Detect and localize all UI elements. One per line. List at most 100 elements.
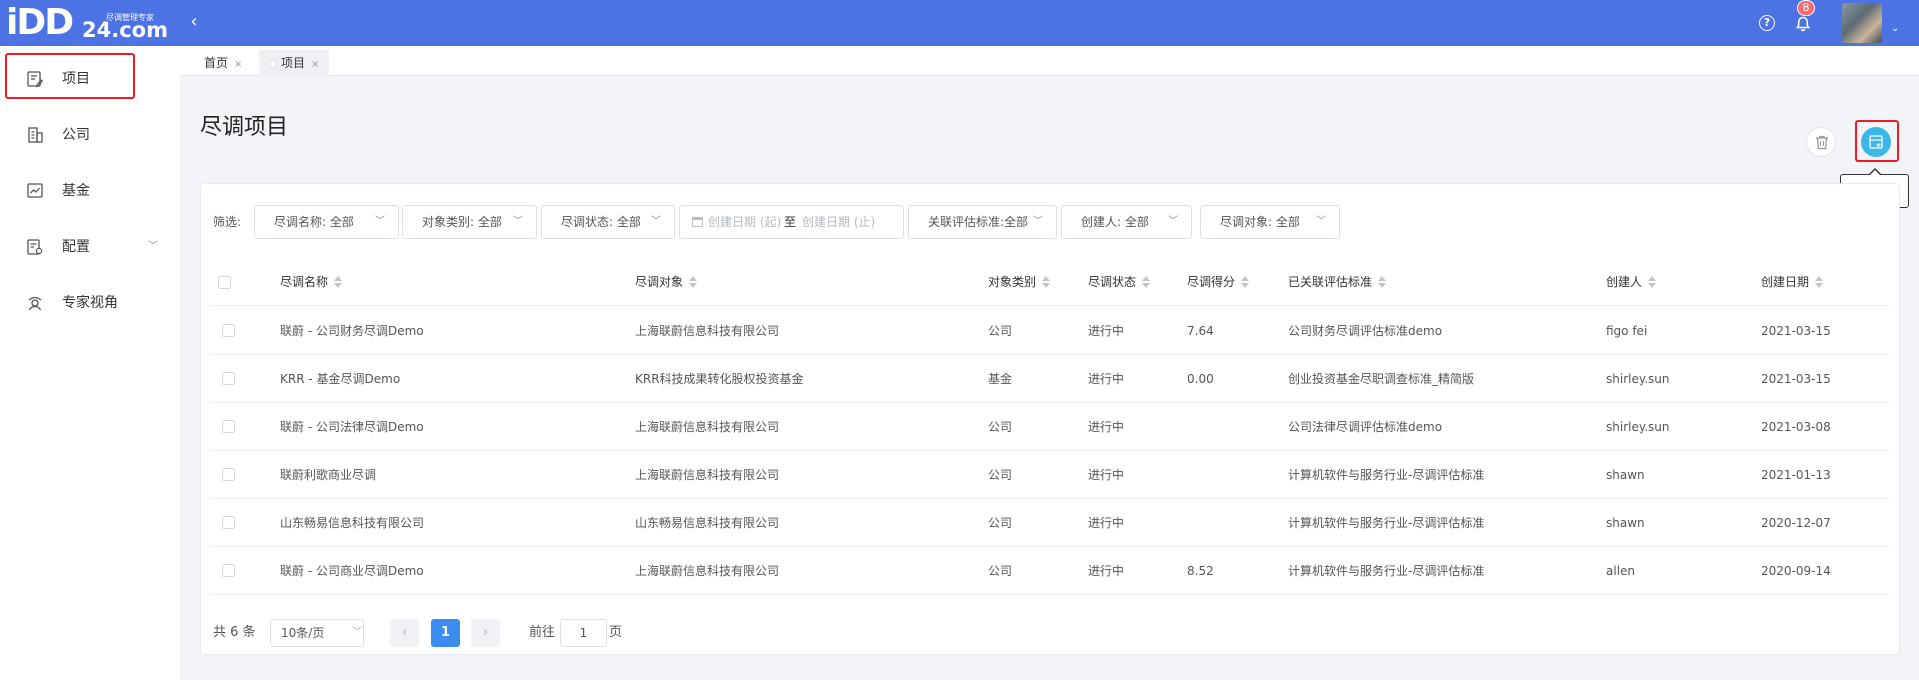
cell-category: 基金	[988, 372, 1013, 386]
logo[interactable]: iDD 24.com 尽调管理专家	[6, 2, 176, 43]
column-header-standard[interactable]: 已关联评估标准	[1288, 274, 1387, 290]
goto-page-input[interactable]: 1	[560, 619, 607, 647]
tab-label: 首页	[204, 56, 229, 70]
date-end-input[interactable]: 创建日期 (止)	[802, 206, 875, 238]
filter-category-select[interactable]: 对象类别: 全部 ﹀	[402, 205, 537, 239]
close-icon[interactable]: ×	[311, 59, 319, 70]
cell-category: 公司	[988, 420, 1013, 434]
close-icon[interactable]: ×	[234, 59, 242, 70]
cell-name[interactable]: 联蔚 - 公司财务尽调Demo	[280, 323, 424, 339]
row-checkbox[interactable]	[222, 564, 235, 577]
sort-icon[interactable]	[1378, 276, 1387, 288]
cell-target: 上海联蔚信息科技有限公司	[635, 420, 780, 434]
column-header-category[interactable]: 对象类别	[988, 274, 1051, 290]
row-checkbox[interactable]	[222, 372, 235, 385]
filter-standard-select[interactable]: 关联评估标准:全部 ﹀	[908, 205, 1057, 239]
cell-creator: shirley.sun	[1606, 372, 1670, 386]
sort-icon[interactable]	[1241, 276, 1250, 288]
column-header-date[interactable]: 创建日期	[1761, 274, 1824, 290]
table-row[interactable]: 联蔚 - 公司财务尽调Demo 上海联蔚信息科技有限公司 公司 进行中 7.64…	[210, 307, 1890, 355]
cell-name[interactable]: 山东畅易信息科技有限公司	[280, 515, 424, 531]
cell-target: 山东畅易信息科技有限公司	[635, 516, 780, 530]
cell-date: 2021-03-08	[1761, 420, 1831, 434]
table-row[interactable]: 联蔚 - 公司法律尽调Demo 上海联蔚信息科技有限公司 公司 进行中 公司法律…	[210, 403, 1890, 451]
filter-value: 对象类别: 全部	[422, 215, 502, 229]
cell-category: 公司	[988, 516, 1013, 530]
select-all-checkbox[interactable]	[218, 276, 231, 289]
sort-icon[interactable]	[1042, 276, 1051, 288]
sidebar-item-label: 配置	[62, 239, 90, 255]
filter-label: 筛选:	[213, 215, 242, 229]
filter-target-select[interactable]: 尽调对象: 全部 ﹀	[1200, 205, 1340, 239]
row-checkbox[interactable]	[222, 420, 235, 433]
cell-date: 2020-09-14	[1761, 564, 1831, 578]
row-checkbox[interactable]	[222, 516, 235, 529]
sort-icon[interactable]	[1815, 276, 1824, 288]
avatar[interactable]	[1842, 3, 1882, 43]
cell-creator: shawn	[1606, 516, 1645, 530]
column-title: 尽调名称	[280, 275, 329, 289]
column-header-score[interactable]: 尽调得分	[1187, 274, 1250, 290]
cell-status: 进行中	[1088, 372, 1125, 386]
delete-button[interactable]	[1806, 127, 1836, 157]
sort-icon[interactable]	[1142, 276, 1151, 288]
filter-value: 关联评估标准:全部	[928, 215, 1029, 229]
chevron-down-icon: ﹀	[513, 216, 523, 227]
table-row[interactable]: 山东畅易信息科技有限公司 山东畅易信息科技有限公司 公司 进行中 计算机软件与服…	[210, 499, 1890, 547]
page-number-button[interactable]: 1	[431, 619, 460, 647]
prev-page-button[interactable]: ‹	[390, 619, 419, 647]
calendar-icon	[692, 217, 703, 227]
new-project-button[interactable]	[1861, 127, 1891, 157]
cell-name[interactable]: 联蔚 - 公司商业尽调Demo	[280, 563, 424, 579]
cell-standard: 计算机软件与服务行业-尽调评估标准	[1288, 468, 1485, 482]
tab-project[interactable]: 项目 ×	[259, 50, 330, 76]
page-size-value: 10条/页	[281, 626, 325, 640]
date-range-picker[interactable]: 创建日期 (起) 至 创建日期 (止)	[679, 205, 904, 239]
cell-name[interactable]: 联蔚 - 公司法律尽调Demo	[280, 419, 424, 435]
collapse-sidebar-button[interactable]: ‹	[186, 12, 202, 32]
tab-home[interactable]: 首页 ×	[194, 50, 252, 76]
column-header-name[interactable]: 尽调名称	[280, 274, 343, 290]
sidebar-item-expert[interactable]: 专家视角	[0, 275, 180, 331]
cell-target: 上海联蔚信息科技有限公司	[635, 324, 780, 338]
chevron-down-icon: ﹀	[1316, 216, 1326, 227]
filter-status-select[interactable]: 尽调状态: 全部 ﹀	[541, 205, 675, 239]
chevron-down-icon[interactable]: ⌄	[1891, 23, 1899, 34]
sort-icon[interactable]	[334, 276, 343, 288]
column-header-target[interactable]: 尽调对象	[635, 274, 698, 290]
cell-date: 2021-03-15	[1761, 324, 1831, 338]
filter-name-select[interactable]: 尽调名称: 全部 ﹀	[254, 205, 399, 239]
sort-icon[interactable]	[689, 276, 698, 288]
goto-suffix: 页	[609, 625, 623, 640]
sidebar-item-company[interactable]: 公司	[0, 107, 180, 163]
notification-button[interactable]: 8	[1793, 0, 1815, 34]
next-page-button[interactable]: ›	[471, 619, 500, 647]
date-start-input[interactable]: 创建日期 (起)	[708, 206, 781, 238]
logo-mark: iDD	[6, 2, 74, 43]
table-row[interactable]: 联蔚 - 公司商业尽调Demo 上海联蔚信息科技有限公司 公司 进行中 8.52…	[210, 547, 1890, 595]
sidebar-item-fund[interactable]: 基金	[0, 163, 180, 219]
cell-creator: figo fei	[1606, 324, 1648, 338]
cell-standard: 计算机软件与服务行业-尽调评估标准	[1288, 564, 1485, 578]
tab-label: 项目	[281, 56, 306, 70]
sort-icon[interactable]	[1648, 276, 1657, 288]
help-icon[interactable]: ?	[1759, 15, 1775, 31]
column-header-creator[interactable]: 创建人	[1606, 274, 1657, 290]
sidebar-item-label: 专家视角	[62, 295, 118, 311]
sidebar-item-config[interactable]: 配置 ﹀	[0, 219, 180, 275]
cell-name[interactable]: 联蔚利歌商业尽调	[280, 467, 376, 483]
cell-target: 上海联蔚信息科技有限公司	[635, 468, 780, 482]
page-size-select[interactable]: 10条/页 ﹀	[270, 619, 364, 647]
column-header-status[interactable]: 尽调状态	[1088, 274, 1151, 290]
row-checkbox[interactable]	[222, 468, 235, 481]
chevron-down-icon: ﹀	[375, 216, 385, 227]
cell-status: 进行中	[1088, 324, 1125, 338]
table-row[interactable]: 联蔚利歌商业尽调 上海联蔚信息科技有限公司 公司 进行中 计算机软件与服务行业-…	[210, 451, 1890, 499]
filter-creator-select[interactable]: 创建人: 全部 ﹀	[1061, 205, 1192, 239]
cell-score: 7.64	[1187, 324, 1214, 338]
row-checkbox[interactable]	[222, 324, 235, 337]
column-title: 已关联评估标准	[1288, 275, 1373, 289]
table-row[interactable]: KRR - 基金尽调Demo KRR科技成果转化股权投资基金 基金 进行中 0.…	[210, 355, 1890, 403]
filter-value: 创建人: 全部	[1081, 215, 1149, 229]
cell-name[interactable]: KRR - 基金尽调Demo	[280, 371, 400, 387]
